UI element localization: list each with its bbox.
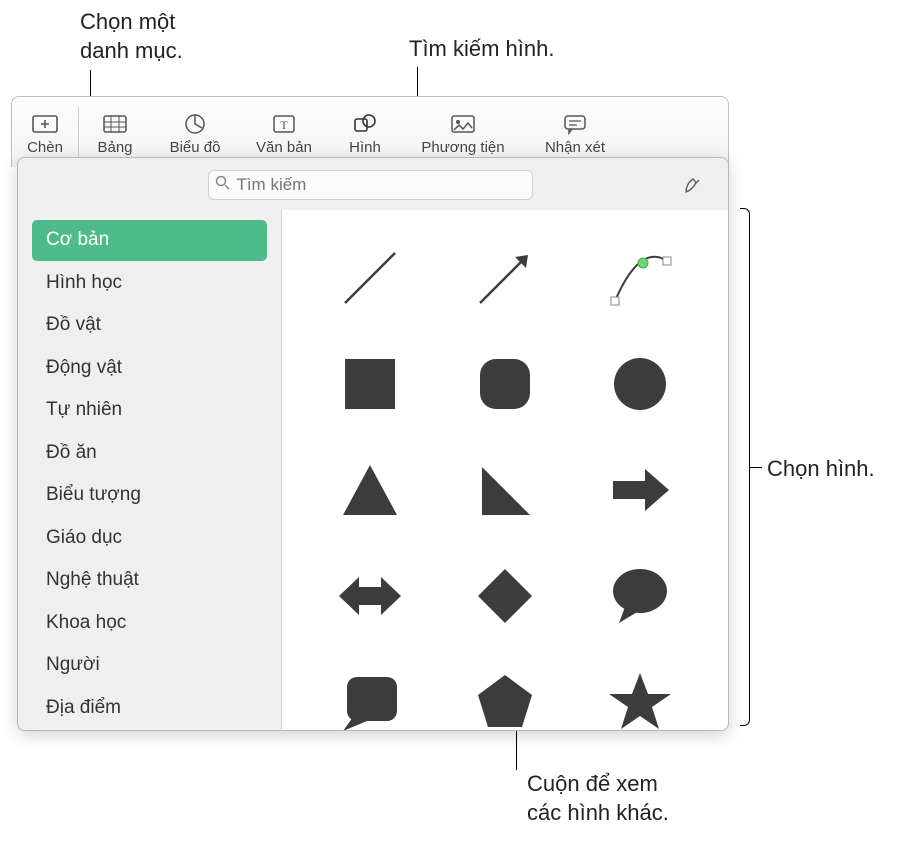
media-icon	[401, 109, 525, 139]
shape-line[interactable]	[325, 233, 415, 323]
callout-line	[750, 467, 762, 468]
category-item[interactable]: Địa điểm	[32, 688, 267, 729]
category-item[interactable]: Động vật	[32, 348, 267, 389]
svg-text:T: T	[280, 118, 288, 132]
category-item[interactable]: Đồ vật	[32, 305, 267, 346]
toolbar-comment[interactable]: Nhận xét	[525, 109, 625, 156]
callout-search: Tìm kiếm hình.	[409, 35, 554, 64]
shape-arrow-line[interactable]	[460, 233, 550, 323]
toolbar-media[interactable]: Phương tiện	[401, 109, 525, 156]
shapes-grid	[282, 210, 728, 730]
shape-right-arrow[interactable]	[595, 445, 685, 535]
toolbar-insert[interactable]: Chèn	[12, 109, 78, 156]
toolbar-label: Nhận xét	[525, 139, 625, 156]
toolbar-label: Bảng	[79, 139, 151, 156]
category-item[interactable]: Tự nhiên	[32, 390, 267, 431]
toolbar-label: Biểu đồ	[151, 139, 239, 156]
category-item[interactable]: Hình học	[32, 263, 267, 304]
shape-pentagon[interactable]	[460, 657, 550, 730]
shape-right-triangle[interactable]	[460, 445, 550, 535]
shape-square[interactable]	[325, 339, 415, 429]
category-sidebar: Cơ bảnHình họcĐồ vậtĐộng vậtTự nhiênĐồ ă…	[18, 210, 282, 730]
shape-circle[interactable]	[595, 339, 685, 429]
shape-diamond[interactable]	[460, 551, 550, 641]
callout-scroll: Cuộn để xem các hình khác.	[527, 770, 669, 827]
shape-icon	[329, 109, 401, 139]
shape-rounded-square[interactable]	[460, 339, 550, 429]
comment-icon	[525, 109, 625, 139]
toolbar-text[interactable]: T Văn bản	[239, 109, 329, 156]
shape-callout-rect[interactable]	[325, 657, 415, 730]
search-icon	[209, 175, 236, 195]
shapes-popover: Cơ bảnHình họcĐồ vậtĐộng vậtTự nhiênĐồ ă…	[17, 157, 729, 731]
shape-curve[interactable]	[595, 233, 685, 323]
shape-double-arrow[interactable]	[325, 551, 415, 641]
plus-box-icon	[12, 109, 78, 139]
callout-pick-shape: Chọn hình.	[767, 455, 875, 484]
category-item[interactable]: Nghệ thuật	[32, 560, 267, 601]
category-item[interactable]: Cơ bản	[32, 220, 267, 261]
shape-speech-bubble[interactable]	[595, 551, 685, 641]
category-item[interactable]: Biểu tượng	[32, 475, 267, 516]
search-input[interactable]	[236, 175, 532, 195]
toolbar-chart[interactable]: Biểu đồ	[151, 109, 239, 156]
toolbar-label: Phương tiện	[401, 139, 525, 156]
shape-triangle[interactable]	[325, 445, 415, 535]
pen-icon	[682, 174, 704, 196]
draw-shape-button[interactable]	[676, 170, 710, 200]
toolbar-shape[interactable]: Hình	[329, 109, 401, 156]
toolbar-label: Hình	[329, 139, 401, 156]
category-item[interactable]: Giáo dục	[32, 518, 267, 559]
table-icon	[79, 109, 151, 139]
category-item[interactable]: Người	[32, 645, 267, 686]
toolbar-label: Chèn	[12, 139, 78, 156]
category-item[interactable]: Đồ ăn	[32, 433, 267, 474]
toolbar-label: Văn bản	[239, 139, 329, 156]
chart-icon	[151, 109, 239, 139]
shape-star[interactable]	[595, 657, 685, 730]
category-item[interactable]: Khoa học	[32, 603, 267, 644]
callout-category: Chọn một danh mục.	[80, 8, 183, 65]
toolbar-table[interactable]: Bảng	[79, 109, 151, 156]
text-icon: T	[239, 109, 329, 139]
bracket	[740, 208, 750, 726]
search-field[interactable]	[208, 170, 533, 200]
